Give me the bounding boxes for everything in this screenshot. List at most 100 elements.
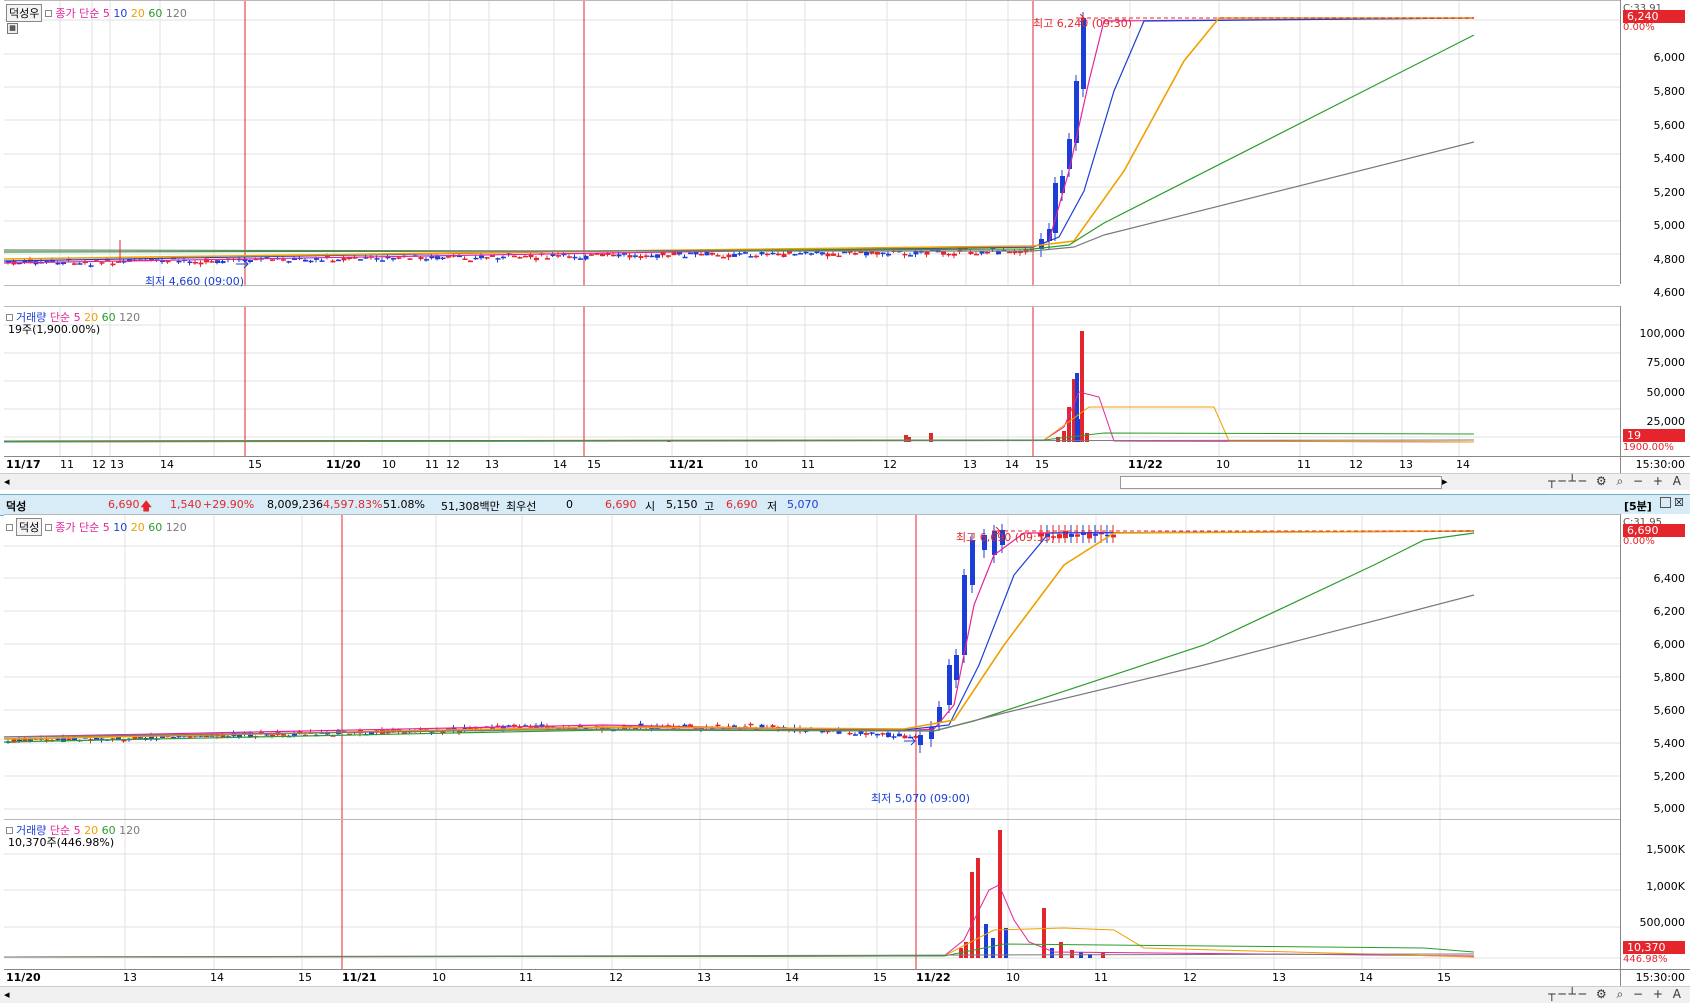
zoom-in-icon[interactable]: + bbox=[1653, 987, 1666, 1001]
bottom-volume-plot[interactable]: 거래량 단순 5 20 60 120 10,370주(446.98%) bbox=[4, 819, 1620, 971]
x-tick: 11/20 bbox=[326, 458, 361, 471]
price-candle bbox=[644, 255, 649, 257]
price-candle bbox=[198, 262, 204, 265]
search-icon[interactable]: ⌕ bbox=[1616, 987, 1626, 1001]
price-candle bbox=[176, 260, 182, 263]
settings-icon[interactable]: ⚙ bbox=[1596, 987, 1610, 1001]
x-tick: 14 bbox=[1456, 458, 1470, 471]
interval-selector[interactable]: [5분] bbox=[1624, 498, 1652, 514]
ma60-line bbox=[4, 34, 1475, 253]
x-tick: 11/17 bbox=[6, 458, 41, 471]
vol-ma60-label: 60 bbox=[101, 311, 116, 324]
rally-candle bbox=[1067, 139, 1072, 169]
price-candle bbox=[902, 253, 908, 256]
price-candle bbox=[979, 251, 985, 254]
bottom-high-annotation: 최고 6,690 (09:55) bbox=[956, 531, 1056, 544]
price-candle bbox=[985, 251, 990, 254]
price-candle bbox=[847, 732, 853, 735]
scroll-right-arrow-icon[interactable]: ▸ bbox=[1442, 475, 1448, 488]
vol-ma5-line bbox=[4, 391, 1475, 443]
price-candle bbox=[523, 255, 528, 258]
top-price-plot[interactable]: 덕성우 종가 단순 5 10 20 60 120 ▦ 최고 6,240 (09:3… bbox=[4, 0, 1620, 288]
price-candle bbox=[633, 255, 638, 257]
zoom-out-icon[interactable]: − bbox=[1633, 987, 1646, 1001]
price-candle bbox=[281, 259, 286, 261]
ma10-label: 10 bbox=[113, 521, 128, 534]
top-volume-readout: 19주(1,900.00%) bbox=[8, 323, 101, 336]
x-tick: 12 bbox=[1183, 971, 1197, 984]
consolidation-candle bbox=[1069, 533, 1074, 537]
x-tick: 10 bbox=[744, 458, 758, 471]
price-candle bbox=[974, 253, 979, 256]
x-tick: 14 bbox=[785, 971, 799, 984]
price-candle bbox=[743, 252, 748, 254]
vol-tick: 1,500K bbox=[1646, 843, 1685, 856]
restore-window-icon[interactable] bbox=[1660, 497, 1671, 508]
stock-name-box[interactable]: 덕성우 bbox=[6, 4, 43, 22]
ma20-line bbox=[4, 530, 1475, 740]
settings-icon[interactable]: ⚙ bbox=[1596, 474, 1610, 488]
price-candle bbox=[165, 260, 171, 263]
zoom-slider-icon[interactable]: ┬─┴─ bbox=[1548, 474, 1589, 488]
scroll-left-arrow-icon[interactable]: ◂ bbox=[4, 475, 10, 488]
top-price-yaxis: C:33.91 6,240 0.00% 6,000 5,800 5,600 5,… bbox=[1620, 0, 1690, 299]
top-scrollbar[interactable]: ◂ ▸ ┬─┴─ ⚙ ⌕ − + A bbox=[0, 473, 1690, 490]
ma120-line bbox=[4, 594, 1475, 738]
close-window-icon[interactable]: ☒ bbox=[1674, 496, 1684, 509]
bottom-scrollbar[interactable]: ◂ ┬─┴─ ⚙ ⌕ − + A bbox=[0, 986, 1690, 1003]
grid-table-icon[interactable]: ▦ bbox=[7, 23, 18, 34]
price-candle bbox=[215, 260, 220, 263]
price-candle bbox=[94, 737, 99, 740]
vol-ma120-label: 120 bbox=[119, 311, 141, 324]
bottom-price-svg bbox=[4, 515, 1620, 820]
vol-tick: 500,000 bbox=[1639, 916, 1686, 929]
price-candle bbox=[220, 261, 226, 264]
scroll-left-arrow-icon[interactable]: ◂ bbox=[4, 988, 10, 1001]
y-tick: 5,600 bbox=[1653, 119, 1686, 132]
x-tick: 11 bbox=[801, 458, 815, 471]
price-candle bbox=[572, 256, 578, 259]
top-volume-plot[interactable]: 거래량 단순 5 20 60 120 19주(1,900.00%) bbox=[4, 306, 1620, 458]
info-change-pct: +29.90% bbox=[203, 498, 255, 511]
price-candle bbox=[765, 253, 770, 256]
bottom-volume-svg bbox=[4, 820, 1620, 970]
price-candle bbox=[820, 252, 825, 255]
font-icon[interactable]: A bbox=[1673, 987, 1684, 1001]
price-candle bbox=[418, 257, 424, 260]
price-candle bbox=[853, 252, 858, 255]
scroll-thumb[interactable] bbox=[1120, 476, 1442, 489]
info-stock-name[interactable]: 덕성 bbox=[6, 498, 26, 514]
top-volume-svg bbox=[4, 307, 1620, 457]
bottom-price-plot[interactable]: 덕성 종가 단순 5 10 20 60 120 최고 6,690 (09:55) … bbox=[4, 514, 1620, 821]
price-candle bbox=[248, 260, 253, 263]
y-tick: 5,000 bbox=[1653, 219, 1686, 232]
price-candle bbox=[737, 253, 743, 255]
y-tick: 4,600 bbox=[1653, 286, 1686, 299]
quote-info-bar: 덕성 6,690 🡅 1,540 +29.90% 8,009,236 4,597… bbox=[0, 494, 1690, 516]
price-candle bbox=[517, 257, 523, 259]
price-candle bbox=[468, 260, 473, 263]
legend-square-icon bbox=[6, 524, 13, 531]
zoom-out-icon[interactable]: − bbox=[1633, 474, 1646, 488]
price-candle bbox=[616, 254, 622, 257]
price-candle bbox=[666, 255, 671, 257]
legend-square-icon bbox=[45, 524, 53, 531]
info-change: 1,540 bbox=[170, 498, 202, 511]
price-candle bbox=[831, 253, 836, 256]
price-candle bbox=[864, 733, 869, 735]
price-candle bbox=[479, 255, 484, 259]
info-vol-ratio: 4,597.83% bbox=[323, 498, 383, 511]
x-tick: 15 bbox=[248, 458, 262, 471]
zoom-in-icon[interactable]: + bbox=[1653, 474, 1666, 488]
price-candle bbox=[655, 254, 660, 258]
font-icon[interactable]: A bbox=[1673, 474, 1684, 488]
x-tick: 11 bbox=[1297, 458, 1311, 471]
price-candle bbox=[792, 253, 798, 256]
stock-name-box[interactable]: 덕성 bbox=[16, 518, 43, 536]
x-tick: 11 bbox=[60, 458, 74, 471]
x-tick: 15 bbox=[1437, 971, 1451, 984]
search-icon[interactable]: ⌕ bbox=[1616, 474, 1626, 488]
price-candle bbox=[391, 258, 396, 260]
volume-bar bbox=[984, 924, 988, 958]
zoom-slider-icon[interactable]: ┬─┴─ bbox=[1548, 987, 1589, 1001]
